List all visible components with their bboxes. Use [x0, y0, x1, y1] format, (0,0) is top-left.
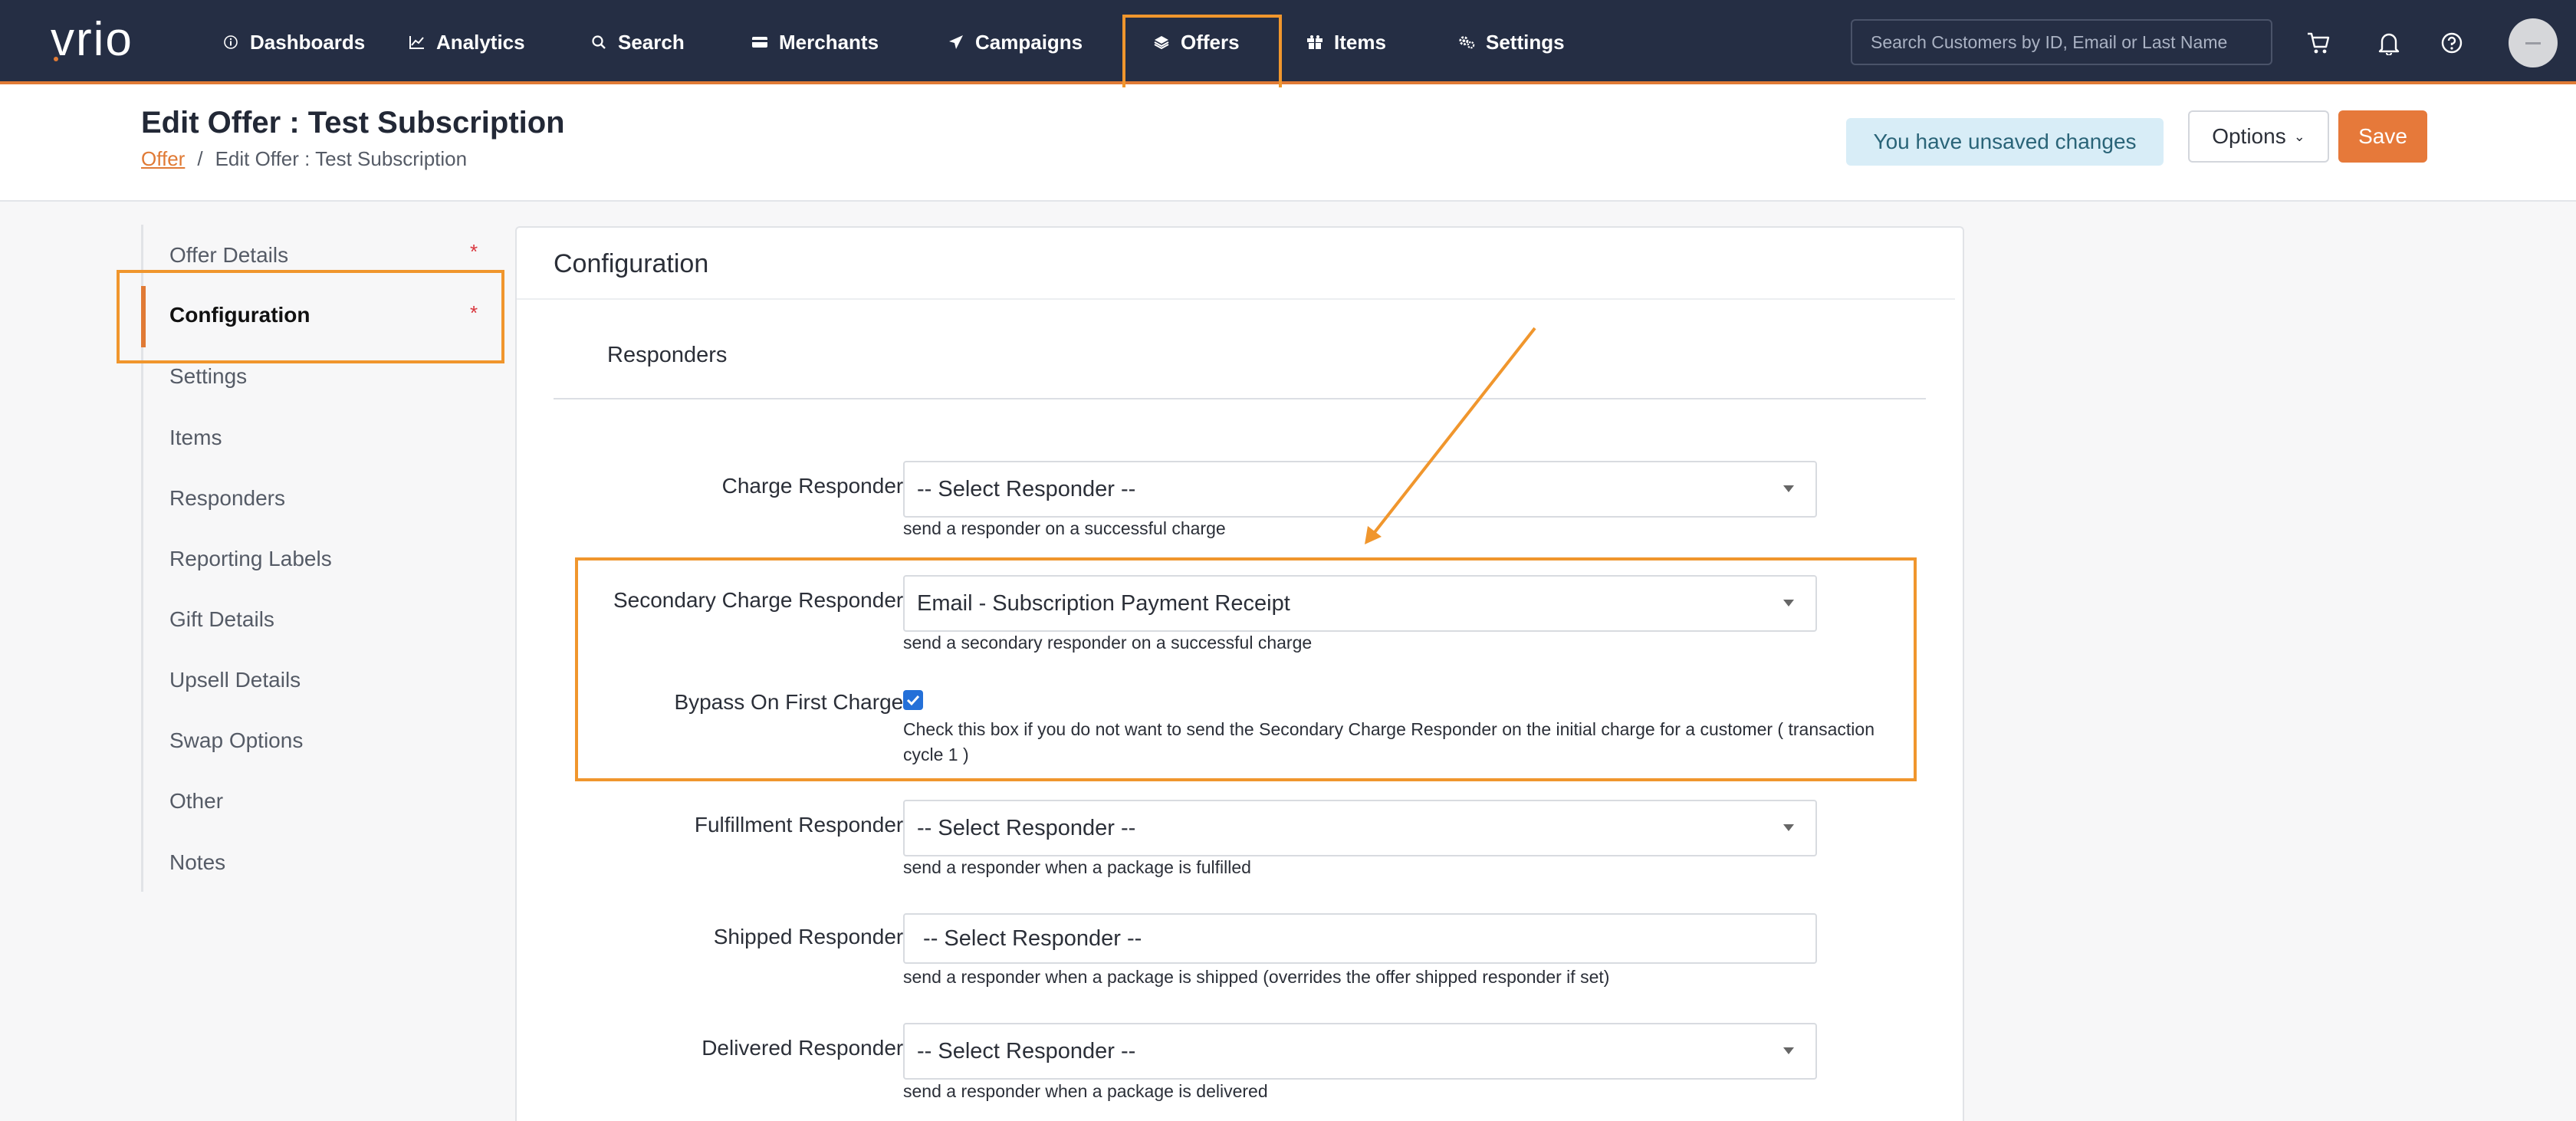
fulfillment-responder-label: Fulfillment Responder:: [694, 813, 909, 837]
nav-settings[interactable]: Settings: [1458, 23, 1565, 61]
credit-card-icon: [751, 34, 768, 51]
help-icon[interactable]: [2436, 28, 2467, 58]
nav-dashboards[interactable]: Dashboards: [222, 23, 365, 61]
divider: [554, 398, 1926, 399]
select-value: -- Select Responder --: [917, 1038, 1136, 1063]
panel-title: Configuration: [554, 249, 709, 278]
nav-label: Merchants: [779, 30, 879, 54]
bell-icon[interactable]: [2374, 28, 2404, 58]
nav-analytics[interactable]: Analytics: [409, 23, 525, 61]
save-button[interactable]: Save: [2338, 110, 2427, 163]
sidebar-item-swap-options[interactable]: Swap Options: [169, 728, 303, 753]
top-nav: vrio Dashboards Analytics Search Merchan…: [0, 0, 2576, 101]
charge-responder-select[interactable]: -- Select Responder --: [903, 461, 1817, 518]
customer-search-input[interactable]: [1851, 19, 2272, 65]
delivered-responder-help: send a responder when a package is deliv…: [903, 1081, 1268, 1101]
divider: [517, 298, 1955, 300]
paper-plane-icon: [948, 34, 964, 51]
shipped-responder-label: Shipped Responder:: [713, 925, 909, 948]
vrio-logo[interactable]: vrio: [51, 18, 173, 64]
secondary-responder-annotation-box: [575, 557, 1917, 781]
sidebar-item-upsell-details[interactable]: Upsell Details: [169, 668, 301, 692]
nav-search[interactable]: Search: [590, 23, 685, 61]
chevron-down-icon: ⌄: [2293, 128, 2305, 144]
nav-label: Settings: [1486, 30, 1565, 54]
line-chart-icon: [409, 34, 426, 51]
sidebar-item-other[interactable]: Other: [169, 789, 223, 814]
options-label: Options: [2212, 124, 2286, 148]
nav-label: Items: [1334, 30, 1386, 54]
cart-icon[interactable]: [2303, 28, 2334, 58]
user-avatar[interactable]: [2509, 18, 2558, 67]
gears-icon: [1458, 34, 1475, 51]
breadcrumb-offer-link[interactable]: Offer: [141, 147, 185, 170]
nav-label: Search: [618, 30, 685, 54]
nav-merchants[interactable]: Merchants: [751, 23, 879, 61]
caret-down-icon: [1783, 485, 1794, 492]
nav-label: Campaigns: [975, 30, 1083, 54]
configuration-annotation-box: [117, 270, 504, 363]
page-header: Edit Offer : Test Subscription Offer / Edi…: [0, 87, 2576, 202]
sidebar-item-settings[interactable]: Settings: [169, 364, 247, 389]
sidebar-item-offer-details[interactable]: Offer Details: [169, 243, 288, 268]
caret-down-icon: [1783, 824, 1794, 831]
nav-items[interactable]: Items: [1306, 23, 1386, 61]
search-icon: [590, 34, 607, 51]
page-title: Edit Offer : Test Subscription: [141, 106, 565, 140]
sidebar-item-reporting-labels[interactable]: Reporting Labels: [169, 547, 332, 571]
section-title: Responders: [607, 343, 728, 367]
options-dropdown-button[interactable]: Options ⌄: [2188, 110, 2329, 163]
breadcrumb-separator: /: [197, 147, 203, 170]
info-circle-icon: [222, 34, 239, 51]
charge-responder-label: Charge Responder:: [721, 474, 909, 498]
gift-icon: [1306, 34, 1323, 51]
delivered-responder-select[interactable]: -- Select Responder --: [903, 1023, 1817, 1080]
fulfillment-responder-select[interactable]: -- Select Responder --: [903, 800, 1817, 856]
sidebar-item-responders[interactable]: Responders: [169, 486, 285, 511]
logo-mark: vrio: [51, 18, 133, 64]
breadcrumb: Offer / Edit Offer : Test Subscription: [141, 147, 467, 171]
fulfillment-responder-help: send a responder when a package is fulfi…: [903, 857, 1251, 877]
select-value: -- Select Responder --: [917, 815, 1136, 840]
nav-campaigns[interactable]: Campaigns: [948, 23, 1083, 61]
delivered-responder-label: Delivered Responder:: [702, 1036, 909, 1060]
required-marker: *: [470, 240, 478, 263]
select-value: -- Select Responder --: [917, 476, 1136, 501]
charge-responder-help: send a responder on a successful charge: [903, 518, 1226, 538]
avatar-placeholder-icon: [2525, 41, 2541, 44]
shipped-responder-help: send a responder when a package is shipp…: [903, 967, 1610, 987]
breadcrumb-current: Edit Offer : Test Subscription: [215, 147, 468, 170]
select-value: -- Select Responder --: [917, 925, 1142, 951]
svg-text:vrio: vrio: [51, 18, 133, 64]
caret-down-icon: [1783, 1047, 1794, 1054]
sidebar-item-items[interactable]: Items: [169, 426, 222, 450]
nav-label: Dashboards: [250, 30, 366, 54]
sidebar-item-notes[interactable]: Notes: [169, 850, 225, 875]
shipped-responder-select[interactable]: -- Select Responder --: [903, 913, 1817, 964]
unsaved-changes-badge: You have unsaved changes: [1846, 118, 2164, 166]
nav-label: Analytics: [436, 30, 525, 54]
sidebar-item-gift-details[interactable]: Gift Details: [169, 607, 274, 632]
